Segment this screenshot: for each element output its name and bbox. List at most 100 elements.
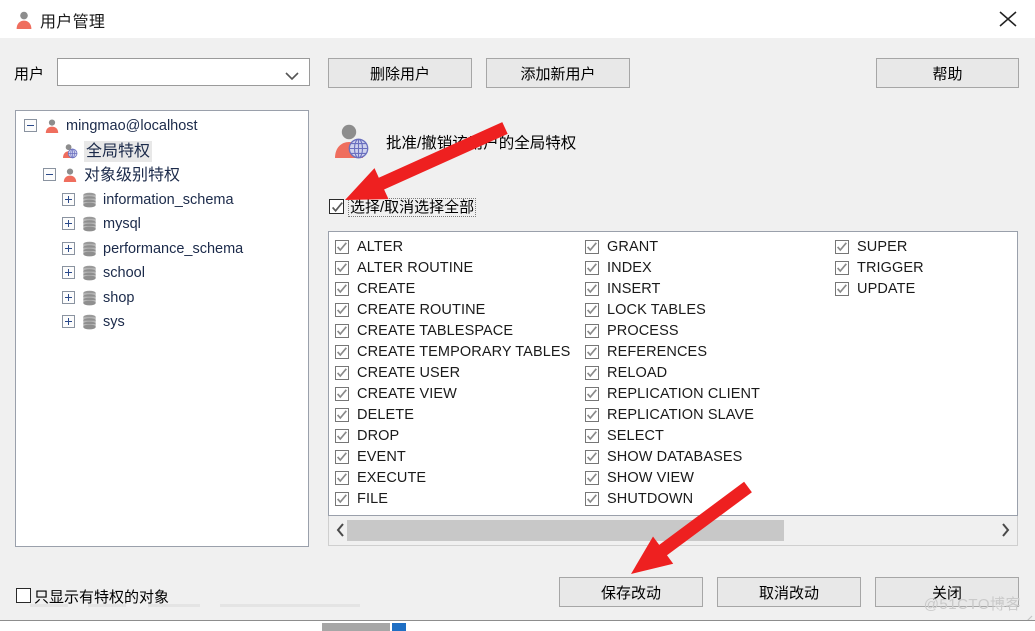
tree-item-label: sys: [103, 314, 125, 330]
privilege-checkbox[interactable]: [585, 324, 599, 338]
privilege-label: PROCESS: [607, 323, 679, 339]
tree-item[interactable]: performance_schema: [16, 239, 308, 260]
tree-item[interactable]: mingmao@localhost: [16, 116, 308, 137]
privilege-checkbox[interactable]: [585, 429, 599, 443]
privilege-checkbox[interactable]: [335, 492, 349, 506]
privilege-checkbox[interactable]: [335, 324, 349, 338]
privilege-label: ALTER: [357, 239, 404, 255]
panel-heading: 批准/撤销该用户的全局特权: [386, 135, 577, 152]
privilege-label: REFERENCES: [607, 344, 708, 360]
horizontal-scrollbar[interactable]: [328, 516, 1018, 546]
tree-item[interactable]: sys: [16, 312, 308, 333]
privilege-checkbox[interactable]: [585, 282, 599, 296]
cancel-changes-button[interactable]: 取消改动: [717, 577, 861, 607]
user-privileges-tree[interactable]: mingmao@localhost 全局特权对象级别特权 information_s…: [15, 110, 309, 547]
privilege-checkbox[interactable]: [585, 471, 599, 485]
privilege-checkbox[interactable]: [835, 261, 849, 275]
help-button[interactable]: 帮助: [876, 58, 1019, 88]
expand-icon[interactable]: [62, 217, 75, 230]
scrollbar-thumb[interactable]: [347, 520, 784, 541]
privilege-label: RELOAD: [607, 365, 668, 381]
privilege-checkbox[interactable]: [835, 240, 849, 254]
expand-icon[interactable]: [62, 192, 75, 206]
add-user-button[interactable]: 添加新用户: [486, 58, 630, 88]
save-changes-button[interactable]: 保存改动: [559, 577, 703, 607]
database-icon: [81, 290, 97, 306]
expand-icon[interactable]: [62, 290, 75, 304]
chevron-right-icon[interactable]: [996, 516, 1015, 544]
close-icon[interactable]: [985, 0, 1031, 37]
window-title: 用户管理: [40, 14, 106, 31]
privilege-checkbox[interactable]: [335, 387, 349, 401]
tree-item-label: 对象级别特权: [84, 167, 181, 184]
show-only-privileged-checkbox[interactable]: [16, 588, 31, 603]
tree-item-label: performance_schema: [103, 240, 244, 257]
privilege-label: CREATE TABLESPACE: [357, 323, 514, 339]
title-bar: 用户管理: [0, 0, 1035, 39]
privilege-checkbox[interactable]: [335, 366, 349, 380]
privilege-label: GRANT: [607, 239, 659, 255]
tree-item[interactable]: mysql: [16, 214, 308, 235]
expand-icon[interactable]: [62, 241, 75, 255]
privilege-checkbox[interactable]: [335, 471, 349, 485]
expand-icon[interactable]: [62, 266, 75, 279]
os-taskbar-strip: [0, 620, 1035, 631]
tree-item[interactable]: 全局特权: [16, 140, 308, 162]
tree-item[interactable]: information_schema: [16, 190, 308, 211]
privilege-label: SHOW DATABASES: [607, 449, 743, 465]
privilege-checkbox[interactable]: [585, 387, 599, 401]
privilege-label: FILE: [357, 491, 389, 507]
user-select[interactable]: [57, 58, 310, 86]
privilege-checkbox[interactable]: [335, 450, 349, 464]
user-icon: [62, 167, 78, 183]
privilege-checkbox[interactable]: [335, 303, 349, 317]
privilege-checkbox[interactable]: [585, 303, 599, 317]
privilege-checkbox[interactable]: [335, 282, 349, 296]
tree-item[interactable]: school: [16, 263, 308, 284]
tree-item-label: shop: [103, 289, 135, 306]
tree-item[interactable]: 对象级别特权: [16, 165, 308, 186]
privilege-label: EVENT: [357, 449, 406, 465]
select-all-checkbox[interactable]: [329, 199, 344, 214]
privilege-checkbox[interactable]: [585, 261, 599, 275]
privilege-label: SHUTDOWN: [607, 491, 694, 507]
privilege-label: INSERT: [607, 281, 661, 297]
database-icon: [81, 265, 97, 281]
global-privileges-list[interactable]: ALTER ALTER ROUTINE CREATE CREATE ROUTINE CR…: [328, 231, 1018, 516]
privilege-checkbox[interactable]: [335, 429, 349, 443]
privilege-checkbox[interactable]: [835, 282, 849, 296]
expand-icon[interactable]: [62, 315, 75, 328]
select-all-label: 选择/取消选择全部: [348, 198, 477, 217]
privilege-checkbox[interactable]: [335, 345, 349, 359]
privilege-label: CREATE ROUTINE: [357, 302, 486, 318]
taskbar-segment: [322, 623, 390, 631]
database-icon: [81, 314, 97, 330]
user-combo-label: 用户: [14, 66, 45, 83]
privilege-label: CREATE VIEW: [357, 386, 457, 402]
privilege-label: TRIGGER: [857, 260, 924, 276]
privilege-label: INDEX: [607, 260, 652, 276]
privilege-label: LOCK TABLES: [607, 302, 706, 318]
background-artifact: [30, 604, 360, 607]
privilege-checkbox[interactable]: [585, 345, 599, 359]
privilege-checkbox[interactable]: [335, 408, 349, 422]
delete-user-button[interactable]: 删除用户: [328, 58, 472, 88]
privilege-checkbox[interactable]: [585, 408, 599, 422]
tree-item[interactable]: shop: [16, 288, 308, 309]
privilege-label: DELETE: [357, 407, 415, 423]
privilege-label: REPLICATION CLIENT: [607, 386, 761, 402]
privilege-checkbox[interactable]: [335, 240, 349, 254]
collapse-icon[interactable]: [43, 168, 56, 181]
user-icon: [14, 10, 34, 30]
tree-item-label: mysql: [103, 216, 141, 232]
collapse-icon[interactable]: [24, 119, 37, 132]
privilege-checkbox[interactable]: [585, 450, 599, 464]
privilege-label: CREATE TEMPORARY TABLES: [357, 344, 571, 360]
privilege-checkbox[interactable]: [585, 492, 599, 506]
privilege-checkbox[interactable]: [585, 240, 599, 254]
privilege-label: DROP: [357, 428, 400, 444]
database-icon: [81, 241, 97, 257]
privilege-checkbox[interactable]: [335, 261, 349, 275]
database-icon: [81, 192, 97, 208]
privilege-checkbox[interactable]: [585, 366, 599, 380]
